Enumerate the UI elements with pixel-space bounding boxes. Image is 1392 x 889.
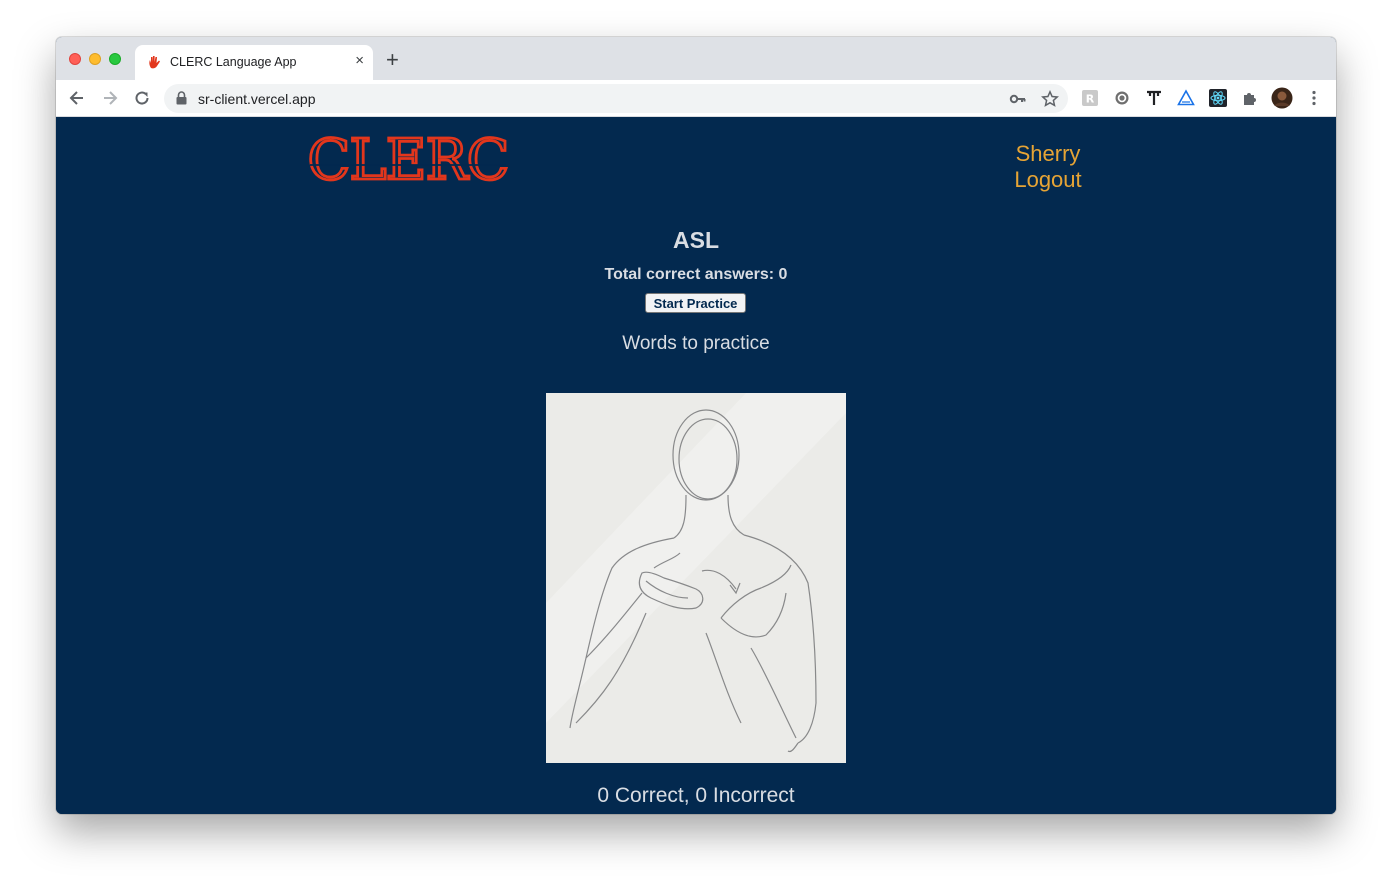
zoom-window-button[interactable] <box>109 53 121 65</box>
lock-icon <box>176 91 187 105</box>
asl-sign-illustration <box>546 393 846 763</box>
reload-icon[interactable] <box>132 88 152 108</box>
clerc-logo[interactable]: CLERC <box>302 135 514 185</box>
minimize-window-button[interactable] <box>89 53 101 65</box>
language-title: ASL <box>673 227 719 253</box>
address-bar[interactable]: sr-client.vercel.app <box>164 84 1068 113</box>
tab-title: CLERC Language App <box>170 55 297 69</box>
tab-strip: CLERC Language App × + <box>56 37 1336 80</box>
forward-icon[interactable] <box>100 88 120 108</box>
url-text: sr-client.vercel.app <box>198 91 316 107</box>
tab-close-icon[interactable]: × <box>355 53 364 69</box>
browser-tab[interactable]: CLERC Language App × <box>135 45 373 80</box>
svg-text:R: R <box>1086 93 1095 106</box>
extensions-puzzle-icon[interactable] <box>1241 89 1259 107</box>
triangle-extension-icon[interactable] <box>1177 89 1195 107</box>
more-icon[interactable] <box>1305 89 1323 107</box>
user-nav: Sherry Logout <box>998 141 1098 193</box>
star-icon[interactable] <box>1041 90 1059 108</box>
back-icon[interactable] <box>67 88 87 108</box>
words-to-practice-heading: Words to practice <box>622 333 770 354</box>
hand-favicon-icon <box>149 56 160 69</box>
browser-window: CLERC Language App × + sr-client.vercel.… <box>56 37 1336 814</box>
close-window-button[interactable] <box>69 53 81 65</box>
logo-text: CLERC <box>308 135 509 185</box>
react-devtools-icon[interactable] <box>1209 89 1227 107</box>
new-tab-button[interactable]: + <box>386 49 399 71</box>
score-line: 0 Correct, 0 Incorrect <box>597 784 795 807</box>
profile-avatar[interactable] <box>1271 87 1293 109</box>
logout-link[interactable]: Logout <box>998 167 1098 193</box>
start-practice-button[interactable]: Start Practice <box>645 293 746 313</box>
key-icon[interactable] <box>1009 90 1027 108</box>
browser-toolbar: sr-client.vercel.app R <box>56 80 1336 117</box>
app-page: CLERC Sherry Logout ASL Total correct an… <box>56 117 1336 814</box>
username-link[interactable]: Sherry <box>998 141 1098 167</box>
settings-gear-icon[interactable] <box>1113 89 1131 107</box>
typography-icon[interactable] <box>1145 89 1163 107</box>
extension-r-icon[interactable]: R <box>1081 89 1099 107</box>
total-correct-answers: Total correct answers: 0 <box>604 266 788 283</box>
